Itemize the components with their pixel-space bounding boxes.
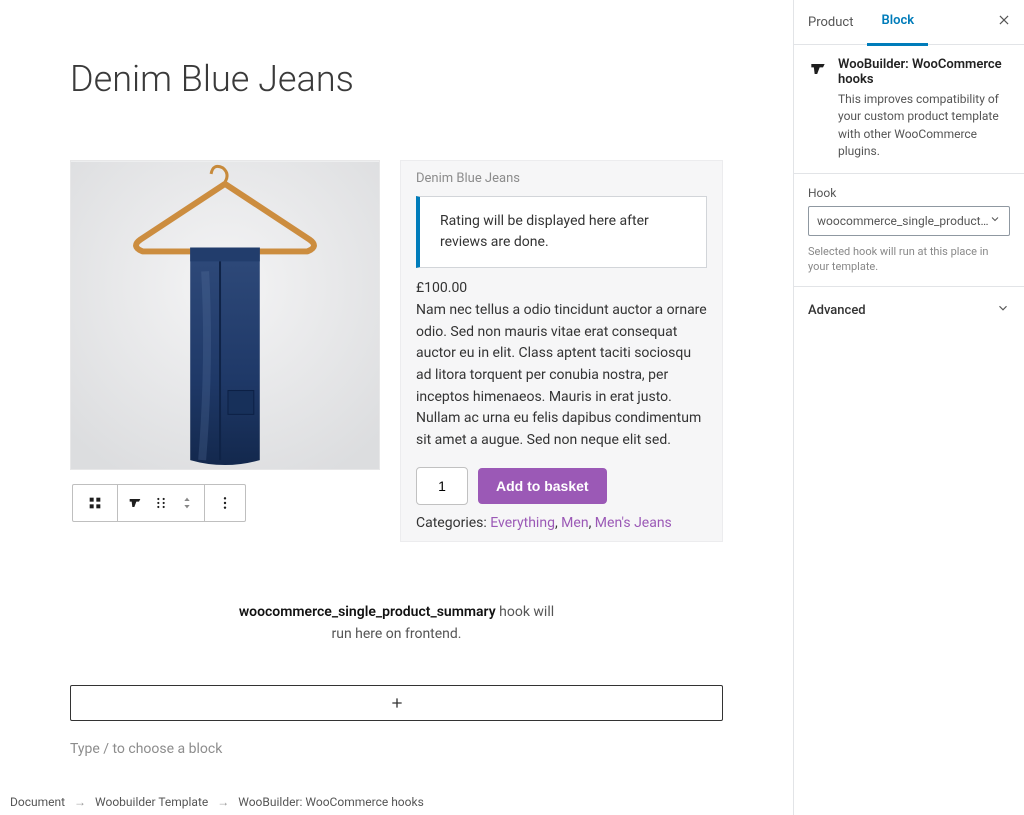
tab-product[interactable]: Product <box>794 0 867 44</box>
category-link[interactable]: Everything <box>490 515 555 531</box>
advanced-label: Advanced <box>808 303 866 318</box>
move-arrows-icon[interactable] <box>179 495 195 511</box>
block-type-title: WooBuilder: WooCommerce hooks <box>838 57 1010 87</box>
product-price: £100.00 <box>416 280 707 296</box>
hook-field-label: Hook <box>808 186 1010 200</box>
plus-icon <box>389 695 405 711</box>
product-categories: Categories: Everything, Men, Men's Jeans <box>416 515 707 531</box>
chevron-down-icon <box>996 301 1010 319</box>
block-toolbar <box>72 484 246 522</box>
change-block-type-button[interactable] <box>73 485 118 521</box>
categories-label: Categories: <box>416 515 490 531</box>
category-link[interactable]: Men <box>561 515 588 531</box>
add-block-button[interactable] <box>70 685 723 721</box>
hook-hint: Selected hook will run at this place in … <box>808 244 1010 275</box>
hook-block[interactable]: woocommerce_single_product_summary hook … <box>237 602 557 645</box>
chevron-right-icon: → <box>74 795 86 809</box>
chevron-right-icon: → <box>217 795 229 809</box>
quantity-stepper[interactable] <box>416 467 468 505</box>
grid-icon <box>87 495 103 511</box>
close-icon <box>997 13 1011 31</box>
drag-handle-icon[interactable] <box>153 495 169 511</box>
rating-placeholder: Rating will be displayed here after revi… <box>416 196 707 268</box>
add-to-basket-button[interactable]: Add to basket <box>478 468 607 504</box>
product-summary: Denim Blue Jeans Rating will be displaye… <box>400 160 723 542</box>
breadcrumb: Document → Woobuilder Template → WooBuil… <box>10 795 424 809</box>
block-type-icon <box>808 59 828 79</box>
breadcrumb-item[interactable]: Woobuilder Template <box>95 795 208 809</box>
settings-sidebar: Product Block WooBuilder: WooCommerce ho… <box>793 0 1024 815</box>
tab-block[interactable]: Block <box>867 0 928 46</box>
product-name: Denim Blue Jeans <box>416 171 707 186</box>
block-type-description: This improves compatibility of your cust… <box>838 91 1010 161</box>
block-placeholder[interactable]: Type / to choose a block <box>70 741 723 757</box>
chevron-down-icon <box>989 213 1001 228</box>
block-icon <box>127 495 143 511</box>
category-link[interactable]: Men's Jeans <box>595 515 672 531</box>
product-image[interactable] <box>70 160 380 470</box>
advanced-panel-toggle[interactable]: Advanced <box>794 287 1024 333</box>
product-description: Nam nec tellus a odio tincidunt auctor a… <box>416 300 707 452</box>
page-title[interactable]: Denim Blue Jeans <box>70 58 723 100</box>
hook-select-value: woocommerce_single_product_summ <box>817 214 989 228</box>
hook-select[interactable]: woocommerce_single_product_summ <box>808 206 1010 236</box>
hook-name: woocommerce_single_product_summary <box>239 604 496 620</box>
close-sidebar-button[interactable] <box>984 13 1024 31</box>
breadcrumb-item[interactable]: WooBuilder: WooCommerce hooks <box>238 795 424 809</box>
more-options-button[interactable] <box>205 485 245 521</box>
more-vertical-icon <box>217 495 233 511</box>
breadcrumb-item[interactable]: Document <box>10 795 65 809</box>
